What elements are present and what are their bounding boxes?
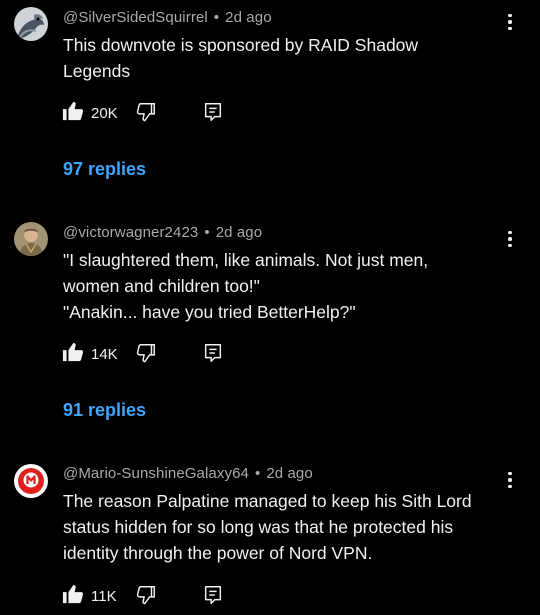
meta-separator: • (213, 9, 220, 26)
comment-actions: 14K (62, 342, 262, 366)
comment-text-line: identity through the power of Nord VPN. (63, 543, 373, 563)
avatar[interactable] (14, 7, 48, 41)
like-count: 11K (91, 587, 117, 605)
avatar[interactable] (14, 464, 48, 498)
meta-separator: • (254, 465, 261, 482)
like-button[interactable]: 20K (62, 101, 118, 125)
comment-meta: @victorwagner2423 • 2d ago (63, 224, 262, 241)
comment-icon (202, 103, 224, 127)
thumb-up-icon (62, 583, 84, 610)
author-name[interactable]: @SilverSidedSquirrel (63, 9, 208, 26)
avatar[interactable] (14, 222, 48, 256)
comment-time[interactable]: 2d ago (225, 9, 271, 26)
view-replies-link[interactable]: 97 replies (63, 159, 146, 180)
meta-separator: • (204, 224, 210, 241)
dislike-button[interactable] (135, 342, 159, 366)
comment-actions: 20K (62, 101, 262, 125)
comment-meta: @SilverSidedSquirrel • 2d ago (63, 9, 272, 26)
comment-text-line: Legends (63, 61, 131, 81)
comment-actions: 11K (62, 584, 262, 608)
dislike-button[interactable] (135, 584, 159, 608)
comment-time[interactable]: 2d ago (266, 465, 312, 482)
thumb-down-icon (135, 344, 157, 368)
more-vert-icon[interactable] (500, 10, 520, 34)
author-name[interactable]: @Mario-SunshineGalaxy64 (63, 465, 249, 482)
comment-meta: @Mario-SunshineGalaxy64 • 2d ago (63, 465, 313, 482)
comment-text-line: women and children too!" (63, 276, 260, 296)
comment-text-line: "I slaughtered them, like animals. Not j… (63, 250, 429, 270)
thumb-down-icon (135, 586, 157, 610)
comment-text: "I slaughtered them, like animals. Not j… (63, 247, 513, 325)
dislike-button[interactable] (135, 101, 159, 125)
like-button[interactable]: 14K (62, 342, 118, 366)
thumb-up-icon (62, 341, 84, 368)
comment-text: The reason Palpatine managed to keep his… (63, 488, 513, 566)
comment-text-line: status hidden for so long was that he pr… (63, 517, 454, 537)
comment-text: This downvote is sponsored by RAID Shado… (63, 32, 513, 84)
comment-icon (202, 586, 224, 610)
reply-button[interactable] (202, 584, 226, 608)
author-name[interactable]: @victorwagner2423 (63, 224, 198, 241)
thumb-down-icon (135, 103, 157, 127)
reply-button[interactable] (202, 342, 226, 366)
comment-icon (202, 344, 224, 368)
like-button[interactable]: 11K (62, 584, 117, 608)
view-replies-link[interactable]: 91 replies (63, 400, 146, 421)
comment-text-line: This downvote is sponsored by RAID Shado… (63, 35, 419, 55)
comment-text-line: "Anakin... have you tried BetterHelp?" (63, 302, 356, 322)
reply-button[interactable] (202, 101, 226, 125)
comment-text-line: The reason Palpatine managed to keep his… (63, 491, 472, 511)
thumb-up-icon (62, 100, 84, 127)
comment-time[interactable]: 2d ago (216, 224, 262, 241)
like-count: 20K (91, 104, 118, 122)
like-count: 14K (91, 345, 118, 363)
